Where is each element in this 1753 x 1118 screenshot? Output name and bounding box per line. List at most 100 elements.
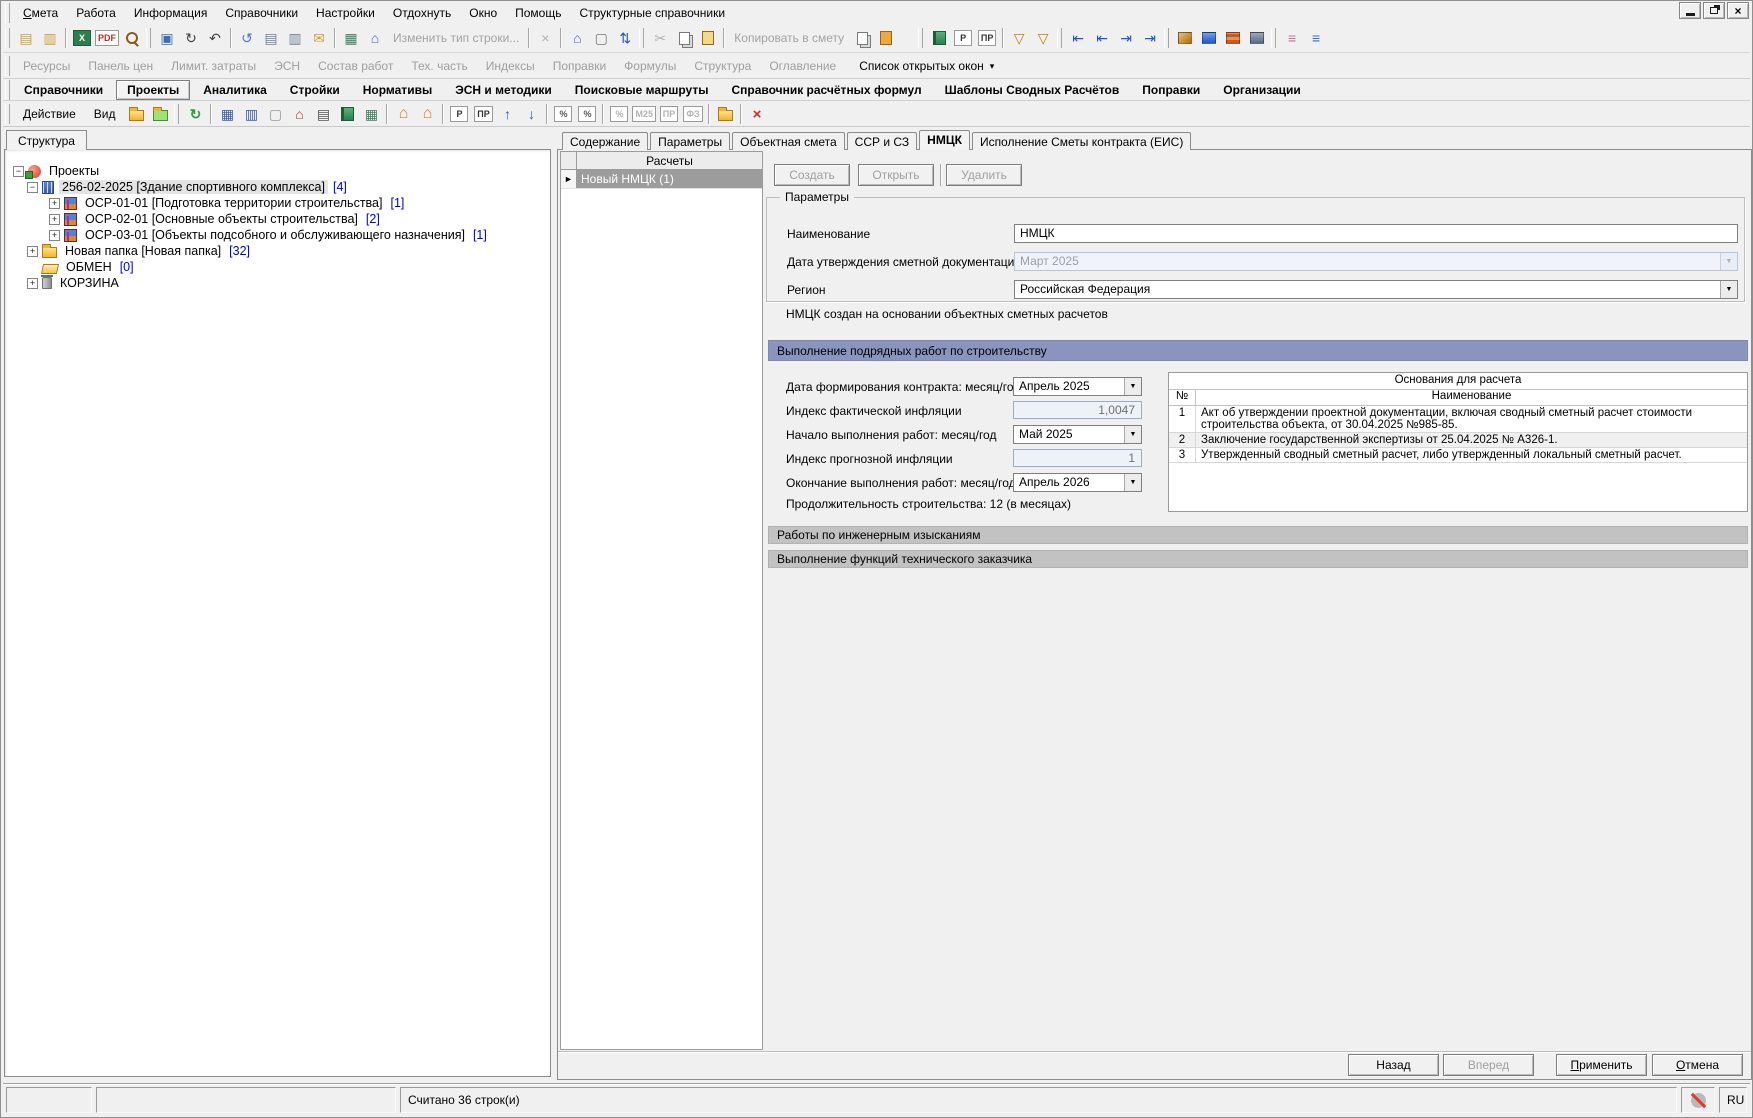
pr-window-icon[interactable]: ПР [977, 30, 997, 46]
row-text[interactable]: Заключение государственной экспертизы от… [1196, 433, 1747, 447]
excel-export-icon[interactable]: X [73, 30, 91, 46]
filter-icon[interactable]: ▽ [1008, 27, 1030, 49]
indent-icon[interactable]: ⇥ [1115, 27, 1137, 49]
chevron-down-icon[interactable]: ▼ [1124, 378, 1141, 395]
name-field[interactable]: НМЦК [1014, 224, 1738, 243]
refresh-tree-icon[interactable]: ↻ [184, 103, 206, 125]
menu-item-rabota[interactable]: Работа [67, 4, 125, 22]
paste-sheet-icon[interactable] [880, 31, 893, 45]
p-window-icon[interactable]: P [954, 30, 973, 46]
region-combo[interactable]: Российская Федерация ▼ [1014, 280, 1738, 299]
refresh-icon[interactable]: ↻ [180, 27, 202, 49]
toolbar-grip[interactable] [639, 28, 645, 48]
structure-add-icon[interactable]: ▥ [39, 27, 61, 49]
film-icon[interactable]: ▤ [312, 103, 334, 125]
approval-date-combo[interactable]: Март 2025 ▼ [1014, 252, 1738, 271]
view-struktura[interactable]: Структура [694, 59, 751, 73]
chevron-down-icon[interactable]: ▼ [1124, 426, 1141, 443]
chevron-down-icon[interactable]: ▼ [1720, 253, 1737, 270]
view-indeksy[interactable]: Индексы [486, 59, 535, 73]
resources-icon[interactable] [1178, 32, 1193, 44]
close-button[interactable]: × [1727, 2, 1749, 19]
tab-obektnaya-smeta[interactable]: Объектная смета [732, 132, 845, 150]
apply-button[interactable]: Применить [1556, 1054, 1647, 1076]
person-percent-icon[interactable]: % [554, 106, 573, 122]
machines-icon[interactable] [1202, 32, 1217, 44]
section-survey-header[interactable]: Работы по инженерным изысканиям [768, 526, 1748, 544]
price-book-icon[interactable] [932, 31, 946, 45]
tree-expander[interactable]: + [49, 213, 60, 225]
equipment-icon[interactable] [1250, 32, 1265, 44]
menu-item-spravochniki[interactable]: Справочники [216, 4, 307, 22]
calc-list-row[interactable]: ► Новый НМЦК (1) [561, 170, 762, 189]
menu-item-strukturnye[interactable]: Структурные справочники [570, 4, 734, 22]
menu-item-nastroyki[interactable]: Настройки [307, 4, 384, 22]
edit-row-type-button[interactable]: Изменить тип строки... [387, 31, 525, 45]
create-button[interactable]: Создать [774, 164, 850, 186]
tab-ispolnenie-eis[interactable]: Исполнение Сметы контракта (ЕИС) [971, 132, 1192, 150]
view-esn[interactable]: ЭСН [274, 59, 300, 73]
pdf-export-icon[interactable]: PDF [95, 30, 119, 46]
tab-shablony-svodnyh[interactable]: Шаблоны Сводных Расчётов [935, 81, 1130, 99]
chevron-down-icon[interactable]: ▼ [1720, 281, 1737, 298]
toolbar-grip[interactable] [1057, 28, 1063, 48]
fz-icon[interactable]: ФЗ [683, 106, 703, 122]
tab-proekty[interactable]: Проекты [116, 80, 191, 100]
view-panel-cen[interactable]: Панель цен [88, 59, 153, 73]
tree-node-label[interactable]: ОБМЕН [63, 260, 115, 274]
building-icon[interactable]: ⌂ [566, 27, 588, 49]
undo-icon[interactable]: ↶ [204, 27, 226, 49]
tab-normativy[interactable]: Нормативы [353, 81, 442, 99]
cancel-button[interactable]: Отмена [1652, 1054, 1743, 1076]
tab-organizacii[interactable]: Организации [1213, 81, 1311, 99]
tree-expander[interactable]: + [27, 245, 38, 257]
toolbar-grip[interactable] [1164, 28, 1170, 48]
folder-collapse-icon[interactable] [152, 106, 168, 121]
toolbar-grip[interactable] [5, 28, 10, 48]
row-settings-alt-icon[interactable]: ▥ [284, 27, 306, 49]
outdent-all-icon[interactable]: ⇤ [1091, 27, 1113, 49]
object-new-icon[interactable]: ⌂ [288, 103, 310, 125]
tab-parametry[interactable]: Параметры [650, 132, 731, 150]
cut-icon[interactable]: ✂ [649, 27, 671, 49]
menu-deystvie[interactable]: Действие [14, 105, 85, 123]
building-add-icon[interactable]: ▦ [216, 103, 238, 125]
methods-book-icon[interactable] [340, 107, 354, 121]
view-teh-chast[interactable]: Тех. часть [411, 59, 467, 73]
save-icon[interactable]: ▣ [156, 27, 178, 49]
tree-node-label[interactable]: ОСР-03-01 [Объекты подсобного и обслужив… [82, 228, 468, 242]
percent-window-icon[interactable]: % [578, 106, 597, 122]
tab-stroyki[interactable]: Стройки [280, 81, 350, 99]
updown-icon[interactable]: ⇅ [614, 27, 636, 49]
menu-item-pomosch[interactable]: Помощь [506, 4, 570, 22]
tab-analitika[interactable]: Аналитика [193, 81, 277, 99]
move-down-icon[interactable]: ↓ [520, 103, 542, 125]
language-indicator[interactable]: RU [1719, 1087, 1747, 1113]
copy-building-icon[interactable]: ⌂ [364, 27, 386, 49]
menu-item-informacia[interactable]: Информация [125, 4, 216, 22]
tab-poiskovye-marshruty[interactable]: Поисковые маршруты [565, 81, 719, 99]
estimates-stack-icon[interactable]: ≡ [1281, 27, 1303, 49]
structure-tree-icon[interactable]: ▤ [15, 27, 37, 49]
tab-ssr-sz[interactable]: ССР и СЗ [846, 132, 918, 150]
print-icon[interactable]: ▦ [340, 27, 362, 49]
tree-node-label[interactable]: Новая папка [Новая папка] [62, 244, 224, 258]
view-resursy[interactable]: Ресурсы [23, 59, 70, 73]
filter-clear-icon[interactable]: ▽ [1032, 27, 1054, 49]
forward-button[interactable]: Вперед [1443, 1054, 1534, 1076]
percent-gray-icon[interactable]: % [610, 106, 629, 122]
menu-vid[interactable]: Вид [85, 105, 125, 123]
calc-list-item[interactable]: Новый НМЦК (1) [577, 170, 762, 188]
open-windows-list-button[interactable]: Список открытых окон ▾ [859, 59, 994, 73]
home-settings-icon[interactable]: ⌂ [416, 103, 438, 125]
tab-soderzhanie[interactable]: Содержание [562, 132, 649, 150]
toolbar-grip[interactable] [146, 28, 151, 48]
view-sostav-rabot[interactable]: Состав работ [318, 59, 393, 73]
outdent-icon[interactable]: ⇤ [1067, 27, 1089, 49]
menu-item-okno[interactable]: Окно [460, 4, 506, 22]
pr-calc-icon[interactable]: ПР [474, 106, 493, 122]
copy-to-estimate-button[interactable]: Копировать в смету [728, 31, 850, 45]
tree-node-label[interactable]: 256-02-2025 [Здание спортивного комплекс… [59, 180, 328, 194]
home-icon[interactable]: ⌂ [392, 103, 414, 125]
open-button[interactable]: Открыть [858, 164, 934, 186]
